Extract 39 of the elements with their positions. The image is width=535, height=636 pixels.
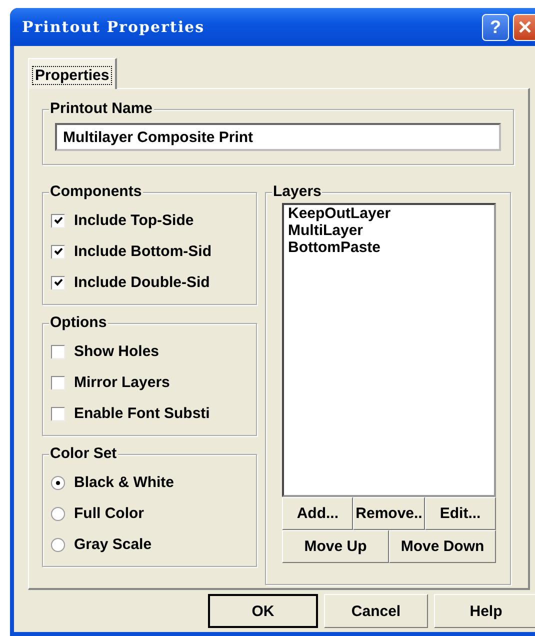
- radio-button[interactable]: [51, 506, 65, 520]
- checkbox-label[interactable]: Mirror Layers: [74, 374, 170, 391]
- close-icon: [518, 20, 532, 34]
- checkbox-label[interactable]: Include Double-Sid: [74, 274, 210, 291]
- checkbox-label[interactable]: Include Top-Side: [74, 212, 194, 229]
- group-label: Layers: [272, 183, 322, 201]
- group-label: Options: [49, 314, 108, 332]
- tab[interactable]: Properties: [28, 58, 118, 89]
- layers-list[interactable]: KeepOutLayer MultiLayer BottomPaste: [282, 203, 496, 497]
- layer-button[interactable]: Move Down: [389, 530, 496, 563]
- checkbox-label[interactable]: Show Holes: [74, 343, 160, 360]
- radio-label[interactable]: Full Color: [74, 505, 144, 522]
- checkbox[interactable]: [51, 244, 65, 258]
- dialog-button[interactable]: Cancel: [324, 594, 428, 628]
- dialog-button[interactable]: Help: [434, 594, 535, 628]
- window-title: Printout Properties: [22, 18, 205, 36]
- layer-button[interactable]: Remove..: [353, 497, 425, 530]
- radio-button[interactable]: [51, 538, 65, 552]
- checkbox[interactable]: [51, 276, 65, 290]
- checkbox-label[interactable]: Enable Font Substi: [74, 405, 210, 422]
- list-item[interactable]: MultiLayer: [288, 222, 490, 239]
- dialog-button[interactable]: OK: [208, 594, 318, 628]
- layer-button[interactable]: Add...: [282, 497, 354, 530]
- radio-label[interactable]: Black & White: [74, 474, 174, 491]
- help-button[interactable]: ?: [482, 14, 509, 40]
- group-label: Components: [49, 183, 143, 201]
- layer-button[interactable]: Move Up: [282, 530, 389, 563]
- checkbox[interactable]: [51, 406, 65, 420]
- name-field[interactable]: Multilayer Composite Print: [55, 123, 501, 151]
- radio-label[interactable]: Gray Scale: [74, 536, 152, 553]
- radio-button[interactable]: [51, 476, 65, 490]
- list-item[interactable]: KeepOutLayer: [288, 205, 490, 222]
- checkbox[interactable]: [51, 214, 65, 228]
- close-button[interactable]: [513, 14, 535, 40]
- checkbox[interactable]: [51, 376, 65, 390]
- checkbox[interactable]: [51, 344, 65, 358]
- list-item[interactable]: BottomPaste: [288, 239, 490, 256]
- checkbox-label[interactable]: Include Bottom-Sid: [74, 243, 212, 260]
- layer-button[interactable]: Edit...: [424, 497, 496, 530]
